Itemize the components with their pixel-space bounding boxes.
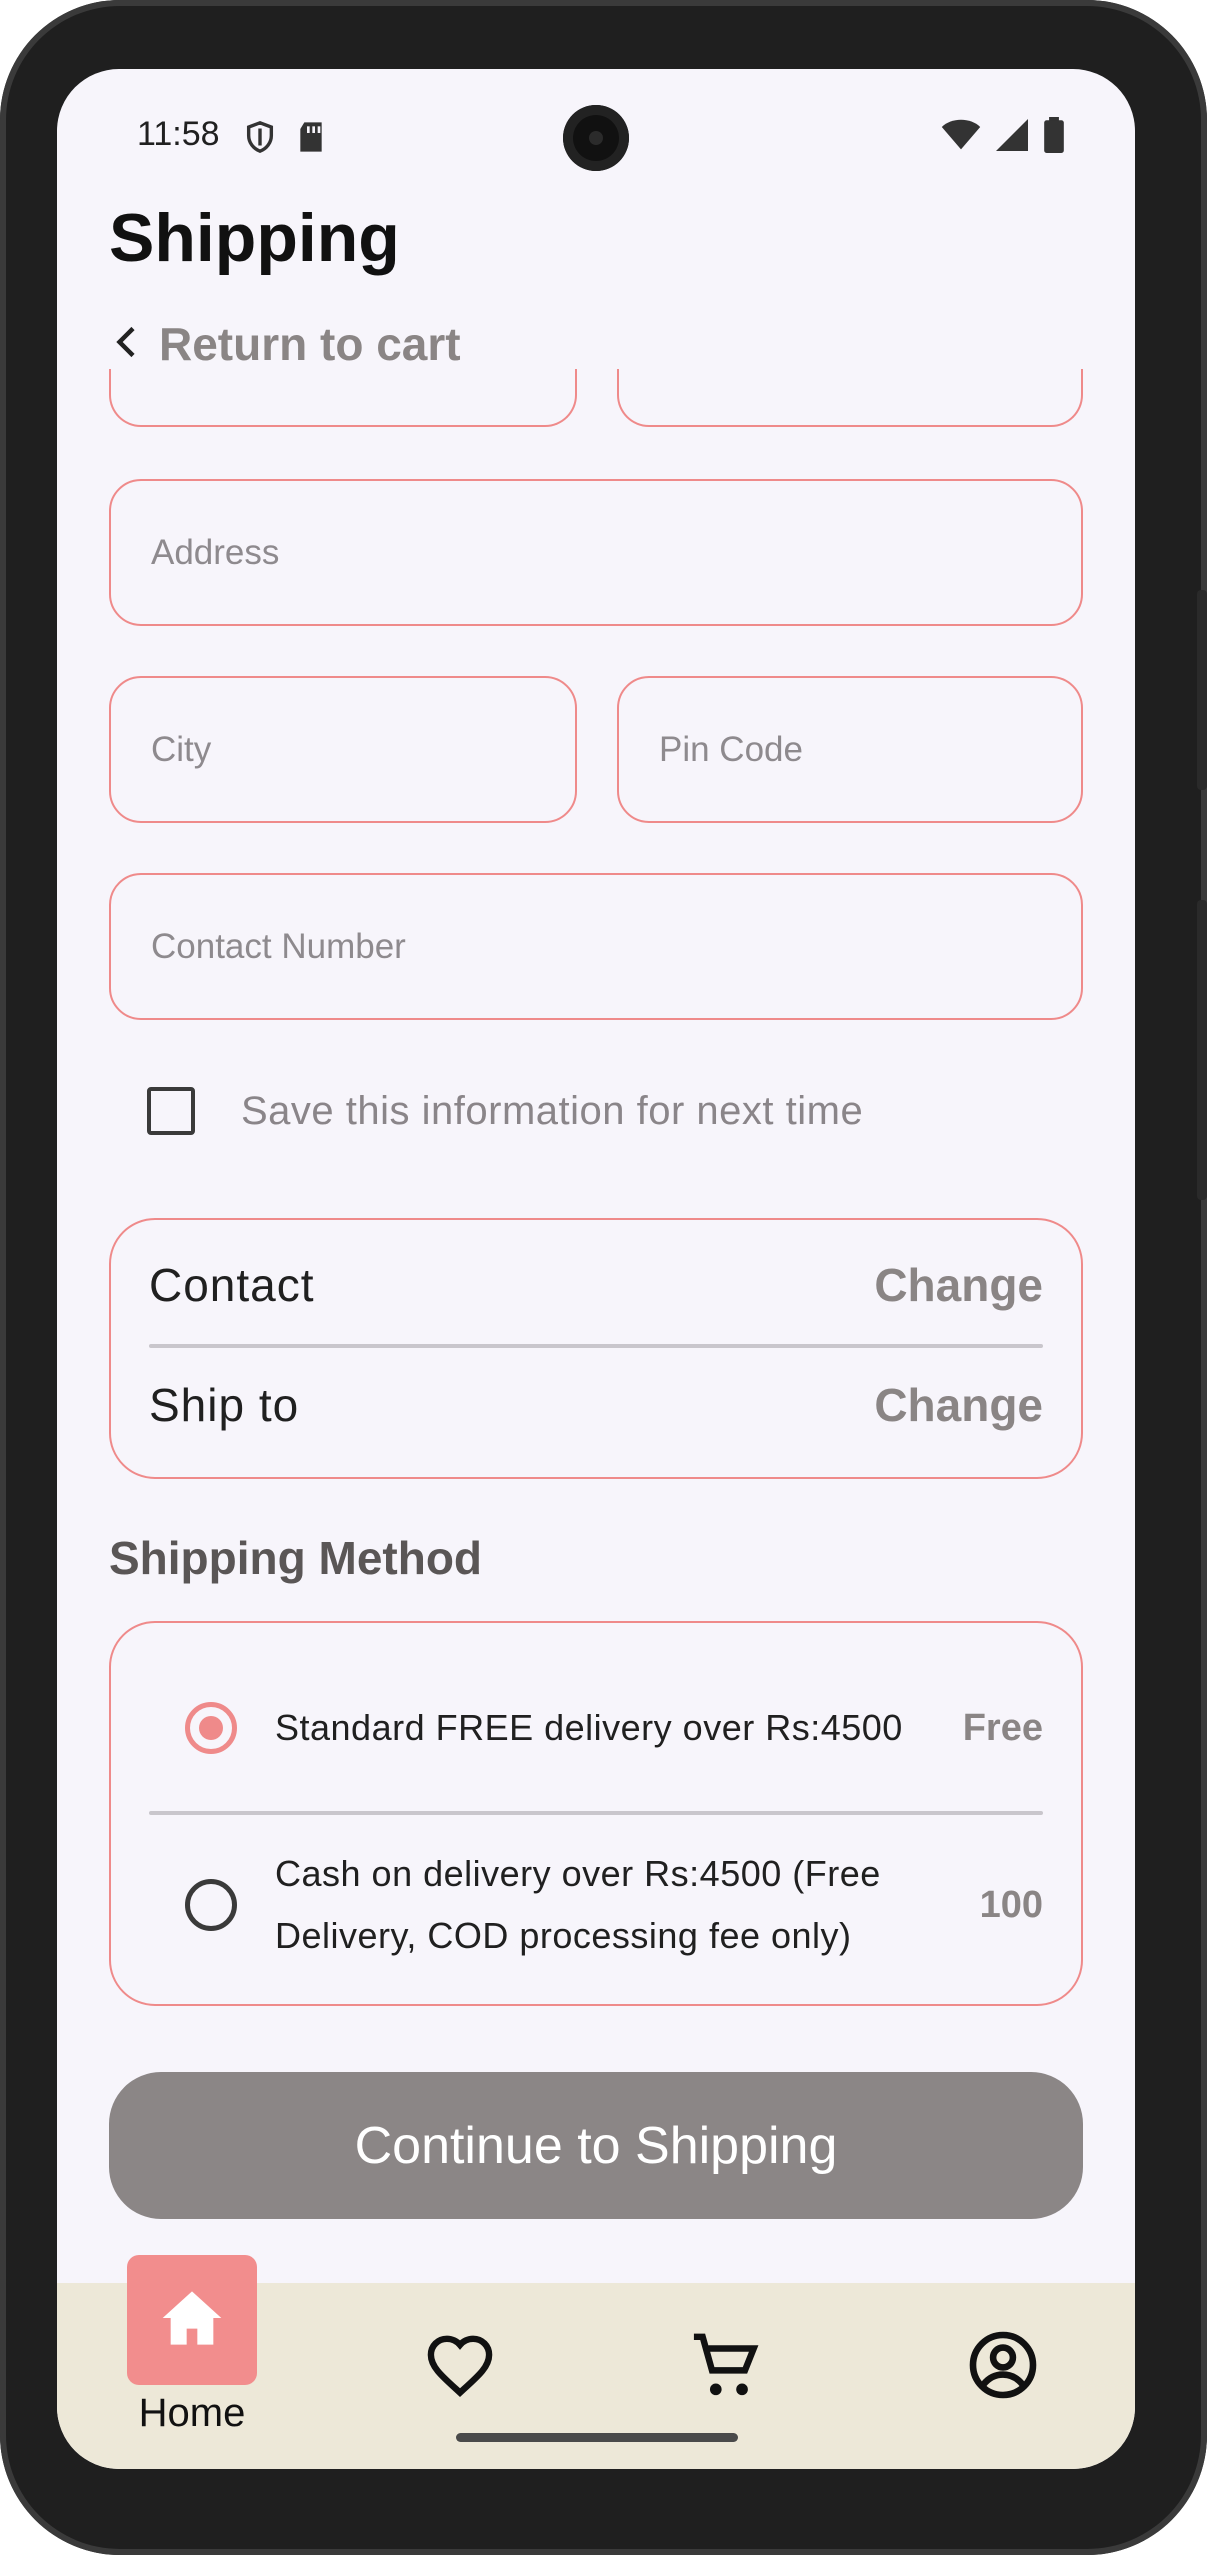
shipping-method-card: Standard FREE delivery over Rs:4500 Free… (109, 1621, 1083, 2006)
city-field[interactable]: City (109, 676, 577, 823)
home-icon-container (127, 2255, 257, 2385)
contact-number-field[interactable]: Contact Number (109, 873, 1083, 1020)
cod-option-label: Cash on delivery over Rs:4500 (Free Deli… (275, 1843, 980, 1967)
screen: 11:58 Shipping Return to cart Address Ci… (57, 69, 1135, 2469)
shield-icon (243, 119, 277, 160)
gesture-bar (456, 2433, 738, 2442)
address-placeholder: Address (151, 532, 280, 572)
status-time: 11:58 (137, 115, 220, 153)
save-info-label: Save this information for next time (241, 1088, 864, 1133)
divider (149, 1344, 1043, 1348)
nav-cart[interactable] (691, 2331, 761, 2406)
radio-standard[interactable] (185, 1702, 237, 1754)
change-ship-to-button[interactable]: Change (874, 1378, 1043, 1432)
wifi-icon (941, 119, 981, 156)
address-field[interactable]: Address (109, 479, 1083, 626)
pin-code-placeholder: Pin Code (659, 729, 803, 769)
change-contact-button[interactable]: Change (874, 1258, 1043, 1312)
cart-icon (691, 2331, 761, 2406)
page-title: Shipping (109, 200, 400, 276)
power-button (1197, 900, 1207, 1200)
return-to-cart-link[interactable]: Return to cart (109, 317, 461, 371)
shipping-option-standard[interactable]: Standard FREE delivery over Rs:4500 Free (185, 1673, 1043, 1783)
ship-to-row: Ship to Change (149, 1370, 1043, 1440)
status-icons (941, 117, 1065, 158)
shipping-method-title: Shipping Method (109, 1532, 483, 1584)
contact-number-placeholder: Contact Number (151, 926, 406, 966)
shipping-summary-card: Contact Change Ship to Change (109, 1218, 1083, 1479)
battery-icon (1043, 117, 1065, 158)
sd-card-icon (297, 121, 325, 158)
nav-account[interactable] (967, 2329, 1039, 2406)
account-icon (967, 2329, 1039, 2406)
heart-icon (425, 2333, 495, 2402)
city-placeholder: City (151, 729, 212, 769)
nav-home[interactable]: Home (127, 2255, 257, 2436)
standard-option-price: Free (962, 1706, 1043, 1749)
cod-option-label-line2: Delivery, COD processing fee only) (275, 1915, 852, 1956)
status-bar: 11:58 (57, 69, 1135, 199)
pin-code-field[interactable]: Pin Code (617, 676, 1083, 823)
ship-to-label: Ship to (149, 1379, 300, 1431)
phone-frame: 11:58 Shipping Return to cart Address Ci… (0, 0, 1207, 2555)
divider (149, 1811, 1043, 1815)
return-to-cart-label: Return to cart (159, 318, 461, 370)
shipping-option-cod[interactable]: Cash on delivery over Rs:4500 (Free Deli… (185, 1835, 1043, 1975)
first-name-field[interactable] (109, 369, 577, 427)
nav-favorites[interactable] (425, 2333, 495, 2402)
contact-label: Contact (149, 1259, 315, 1311)
last-name-field[interactable] (617, 369, 1083, 427)
cod-option-label-line1: Cash on delivery over Rs:4500 (Free (275, 1853, 881, 1894)
signal-icon (995, 119, 1029, 156)
volume-button (1197, 590, 1207, 790)
front-camera (563, 105, 629, 171)
cod-option-price: 100 (979, 1883, 1043, 1926)
home-icon (160, 2288, 224, 2353)
nav-home-label: Home (138, 2391, 246, 2435)
standard-option-label: Standard FREE delivery over Rs:4500 (275, 1707, 903, 1748)
save-info-row[interactable]: Save this information for next time (147, 1087, 863, 1135)
save-info-checkbox[interactable] (147, 1087, 195, 1135)
contact-row: Contact Change (149, 1250, 1043, 1320)
chevron-left-icon (109, 317, 145, 371)
radio-cod[interactable] (185, 1879, 237, 1931)
continue-to-shipping-button[interactable]: Continue to Shipping (109, 2072, 1083, 2219)
